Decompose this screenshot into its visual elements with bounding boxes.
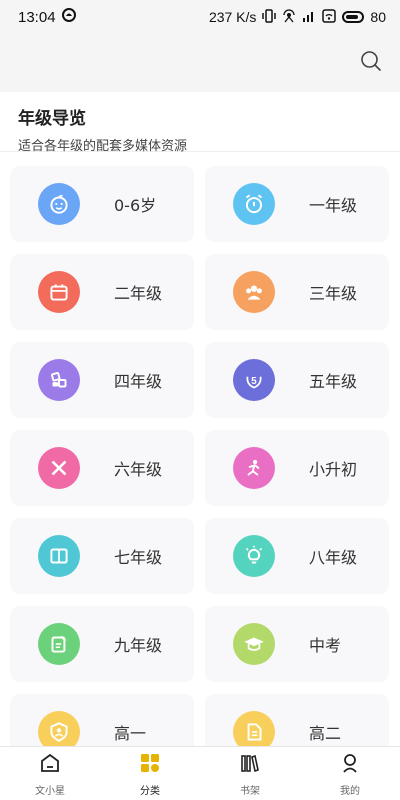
status-left: 13:04 [18, 8, 76, 26]
baby-face-icon [38, 183, 80, 225]
signal-icon [302, 9, 316, 26]
bottom-nav: 文小星 分类 书架 我的 [0, 746, 400, 800]
grade-card[interactable]: 0-6岁 [10, 166, 194, 242]
grade-card[interactable]: 高二 [205, 694, 389, 746]
status-time: 13:04 [18, 8, 56, 26]
grade-card[interactable]: 四年级 [10, 342, 194, 418]
alarm-clock-icon [233, 183, 275, 225]
lightbulb-icon [233, 535, 275, 577]
hotspot-icon [282, 8, 296, 26]
grade-grid: 0-6岁 一年级二年级 三年级四年级 5 五年级六年级 小升初七年级 八年级九年级 中考高一 高… [0, 152, 400, 746]
status-right: 237 K/s 80 [208, 8, 386, 26]
pencil-ruler-icon [38, 447, 80, 489]
grade-card[interactable]: 三年级 [205, 254, 389, 330]
note-pen-icon [38, 623, 80, 665]
grade-label: 七年级 [114, 548, 163, 567]
home-icon [38, 751, 62, 779]
vibrate-icon [262, 8, 277, 26]
grade-label: 四年级 [114, 372, 163, 391]
nav-label: 书架 [240, 785, 260, 797]
grade-card[interactable]: 九年级 [10, 606, 194, 682]
laurel-five-icon: 5 [233, 359, 275, 401]
group-people-icon [233, 271, 275, 313]
nav-label: 分类 [140, 785, 160, 797]
battery-icon [342, 11, 365, 23]
grade-label: 五年级 [309, 372, 358, 391]
blocks-icon [38, 359, 80, 401]
grade-label: 八年级 [309, 548, 358, 567]
grade-card[interactable]: 中考 [205, 606, 389, 682]
grade-card[interactable]: 小升初 [205, 430, 389, 506]
search-icon [361, 51, 381, 71]
profile-icon [338, 751, 362, 779]
grade-label: 中考 [309, 636, 342, 655]
nav-label: 文小星 [35, 785, 65, 797]
grade-card[interactable]: 二年级 [10, 254, 194, 330]
net-speed: 237 K/s [208, 9, 257, 25]
grade-label: 0-6岁 [114, 196, 157, 215]
status-bar: 13:04 237 K/s 80 [0, 0, 400, 34]
grade-label: 二年级 [114, 284, 163, 303]
document-icon [233, 711, 275, 746]
shield-person-icon [38, 711, 80, 746]
nav-item-profile[interactable]: 我的 [300, 747, 400, 800]
nav-item-home[interactable]: 文小星 [0, 747, 100, 800]
wifi-icon [322, 8, 337, 26]
grade-card[interactable]: 八年级 [205, 518, 389, 594]
nav-item-category[interactable]: 分类 [100, 747, 200, 800]
calendar-icon [38, 271, 80, 313]
search-button[interactable] [356, 46, 386, 76]
grade-card[interactable]: 5 五年级 [205, 342, 389, 418]
grade-label: 一年级 [309, 196, 358, 215]
grade-label: 九年级 [114, 636, 163, 655]
grade-label: 小升初 [309, 460, 358, 479]
running-figure-icon [233, 447, 275, 489]
app-notification-icon [61, 8, 76, 26]
graduation-cap-icon [233, 623, 275, 665]
grade-card[interactable]: 六年级 [10, 430, 194, 506]
grade-card[interactable]: 七年级 [10, 518, 194, 594]
page-header: 年级导览 适合各年级的配套多媒体资源 [0, 92, 400, 154]
grade-card[interactable]: 一年级 [205, 166, 389, 242]
nav-label: 我的 [340, 785, 360, 797]
grade-label: 六年级 [114, 460, 163, 479]
top-bar [0, 34, 400, 92]
grade-label: 高一 [114, 724, 147, 743]
category-icon [138, 751, 162, 779]
battery-level: 80 [370, 9, 386, 25]
bookshelf-icon [238, 751, 262, 779]
book-icon [38, 535, 80, 577]
grade-label: 三年级 [309, 284, 358, 303]
page-title: 年级导览 [18, 109, 86, 129]
nav-item-bookshelf[interactable]: 书架 [200, 747, 300, 800]
svg-text:5: 5 [251, 376, 257, 387]
grade-label: 高二 [309, 724, 342, 743]
grade-card[interactable]: 高一 [10, 694, 194, 746]
